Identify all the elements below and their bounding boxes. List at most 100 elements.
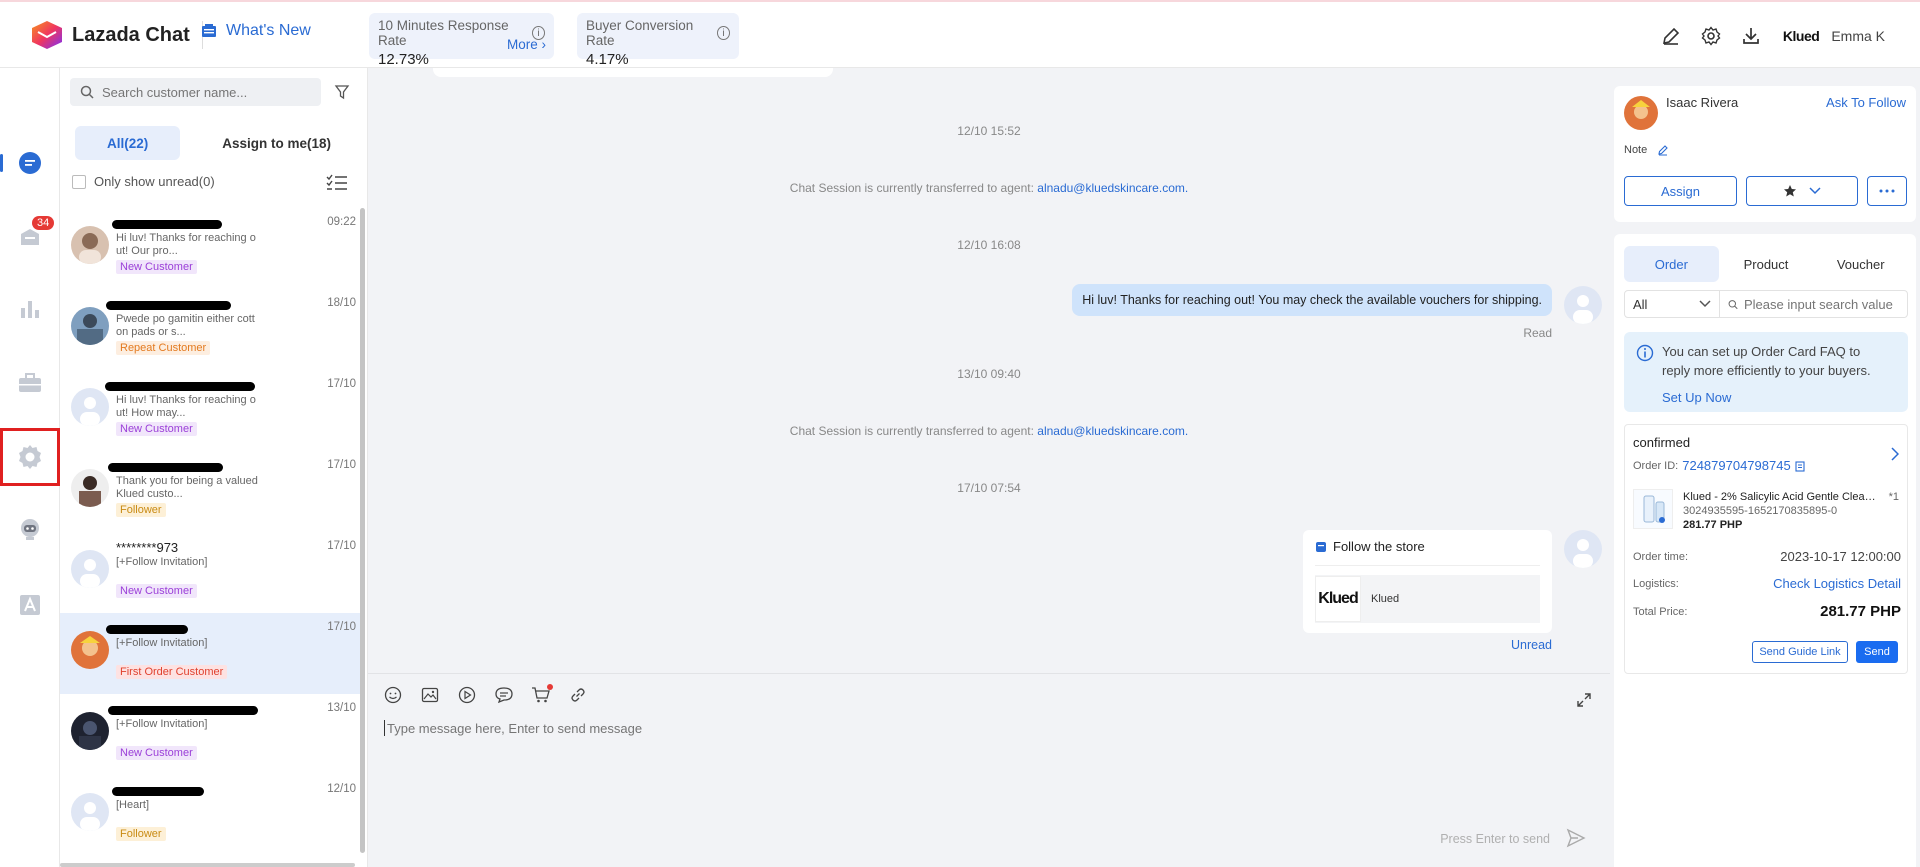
video-icon[interactable]	[456, 684, 478, 706]
timestamp: 12/10 15:52	[957, 124, 1021, 138]
customer-tag: New Customer	[116, 260, 197, 274]
horizontal-scrollbar[interactable]	[60, 863, 355, 867]
assign-button[interactable]: Assign	[1624, 176, 1737, 206]
store-row[interactable]: Klued Klued	[1315, 575, 1540, 623]
order-id[interactable]: 724879704798745	[1682, 458, 1790, 473]
gear-icon[interactable]	[1697, 22, 1725, 50]
previous-card	[433, 68, 833, 77]
unread-status: Unread	[1511, 638, 1552, 652]
copy-icon[interactable]	[1795, 460, 1806, 472]
conversion-rate-label: Buyer Conversion Rate	[586, 18, 694, 48]
store-logo: Klued	[1315, 576, 1361, 622]
follow-store-card[interactable]: Follow the store Klued Klued	[1303, 530, 1552, 633]
whats-new-link[interactable]: What's New	[200, 22, 311, 40]
cart-icon[interactable]	[530, 684, 553, 706]
note-row: Note	[1624, 144, 1669, 156]
conversation-item[interactable]: 17/10 Hi luv! Thanks for reaching o ut! …	[60, 370, 360, 451]
conversation-preview: Hi luv! Thanks for reaching o ut! How ma…	[116, 394, 256, 419]
product-quantity: *1	[1888, 491, 1899, 503]
app-logo: Lazada Chat	[30, 20, 203, 50]
send-hint: Press Enter to send	[1440, 832, 1550, 846]
order-search-box[interactable]	[1719, 290, 1908, 318]
whats-new-label: What's New	[226, 22, 311, 39]
ask-to-follow-link[interactable]: Ask To Follow	[1826, 95, 1906, 110]
tab-product[interactable]: Product	[1719, 246, 1814, 282]
pencil-icon[interactable]	[1657, 144, 1669, 156]
chevron-down-icon	[1809, 187, 1821, 195]
check-logistics-link[interactable]: Check Logistics Detail	[1773, 576, 1901, 591]
send-guide-link-button[interactable]: Send Guide Link	[1752, 641, 1848, 663]
conversation-item[interactable]: 12/10 [Heart] Follower	[60, 775, 360, 856]
store-name: Klued	[1371, 593, 1400, 605]
store-icon	[1316, 541, 1326, 552]
conversation-item[interactable]: 18/10 Pwede po gamitin either cott on pa…	[60, 289, 360, 370]
rail-text[interactable]	[0, 576, 60, 634]
rail-orders[interactable]: 34	[0, 208, 60, 266]
filter-icon[interactable]	[334, 84, 350, 103]
order-filter-select[interactable]: All	[1624, 290, 1720, 318]
rail-chat[interactable]	[0, 134, 60, 192]
lazada-logo-icon	[32, 21, 62, 49]
compose-divider	[368, 673, 1610, 674]
conversation-item[interactable]: 09:22 Hi luv! Thanks for reaching o ut! …	[60, 208, 360, 289]
customer-avatar	[1624, 96, 1658, 130]
system-message: Chat Session is currently transferred to…	[368, 181, 1610, 195]
conversation-item[interactable]: 17/10 Thank you for being a valued Klued…	[60, 451, 360, 532]
rail-bot[interactable]	[0, 500, 60, 558]
download-icon[interactable]	[1737, 22, 1765, 50]
star-dropdown-button[interactable]	[1746, 176, 1858, 206]
conversation-item[interactable]: ********973 17/10 [+Follow Invitation] N…	[60, 532, 360, 613]
more-link[interactable]: More ›	[507, 37, 546, 52]
list-tabs: All(22) Assign to me(18)	[75, 126, 363, 160]
user-name[interactable]: Emma K	[1831, 28, 1885, 44]
redacted-name	[106, 301, 231, 310]
system-message-text: Chat Session is currently transferred to…	[789, 181, 1034, 195]
agent-email-link[interactable]: alnadu@kluedskincare.com.	[1037, 424, 1188, 438]
customer-tag: New Customer	[116, 584, 197, 598]
search-box[interactable]	[70, 78, 321, 106]
lazada-chat-app: Lazada Chat What's New 10 Minutes Respon…	[0, 0, 1920, 867]
avatar	[71, 712, 109, 750]
unread-checkbox[interactable]	[72, 174, 86, 189]
response-rate-label: 10 Minutes Response Rate	[378, 18, 509, 48]
link-icon[interactable]	[567, 684, 589, 706]
send-button[interactable]: Send	[1856, 641, 1898, 663]
response-rate-value: 12.73%	[378, 51, 429, 68]
list-view-icon[interactable]	[326, 174, 348, 195]
set-up-now-link[interactable]: Set Up Now	[1662, 390, 1731, 405]
megaphone-icon	[202, 24, 216, 37]
unread-filter[interactable]: Only show unread(0)	[72, 174, 215, 189]
more-options-button[interactable]	[1867, 176, 1907, 206]
conversation-time: 17/10	[327, 378, 356, 390]
image-icon[interactable]	[419, 684, 441, 706]
quick-reply-icon[interactable]	[493, 684, 515, 706]
search-input[interactable]	[102, 84, 302, 100]
order-search-input[interactable]	[1744, 296, 1899, 312]
search-icon	[80, 85, 94, 99]
chevron-right-icon[interactable]	[1891, 447, 1900, 464]
send-arrow-icon[interactable]	[1566, 828, 1586, 851]
message-bubble: Hi luv! Thanks for reaching out! You may…	[1072, 284, 1552, 316]
list-scrollbar[interactable]	[360, 208, 365, 853]
redacted-name	[105, 382, 255, 391]
timestamp: 17/10 07:54	[957, 481, 1021, 495]
rail-analytics[interactable]	[0, 280, 60, 338]
avatar	[71, 631, 109, 669]
emoji-icon[interactable]	[382, 684, 404, 706]
edit-icon[interactable]	[1657, 22, 1685, 50]
rail-tools[interactable]	[0, 354, 60, 412]
conversation-preview: Hi luv! Thanks for reaching o ut! Our pr…	[116, 232, 256, 257]
message-input[interactable]	[384, 720, 1584, 736]
agent-email-link[interactable]: alnadu@kluedskincare.com.	[1037, 181, 1188, 195]
tab-assign-to-me[interactable]: Assign to me(18)	[190, 126, 363, 160]
conversation-item-selected[interactable]: 17/10 [+Follow Invitation] First Order C…	[60, 613, 360, 694]
compose-toolbar	[382, 684, 589, 706]
conversation-item[interactable]: 13/10 [+Follow Invitation] New Customer	[60, 694, 360, 775]
info-icon[interactable]: i	[717, 26, 730, 40]
product-price: 281.77 PHP	[1683, 519, 1743, 531]
faq-text: You can set up Order Card FAQ to reply m…	[1662, 344, 1871, 378]
expand-icon[interactable]	[1576, 692, 1592, 711]
tab-all[interactable]: All(22)	[75, 126, 181, 160]
tab-order[interactable]: Order	[1624, 246, 1719, 282]
tab-voucher[interactable]: Voucher	[1813, 246, 1908, 282]
